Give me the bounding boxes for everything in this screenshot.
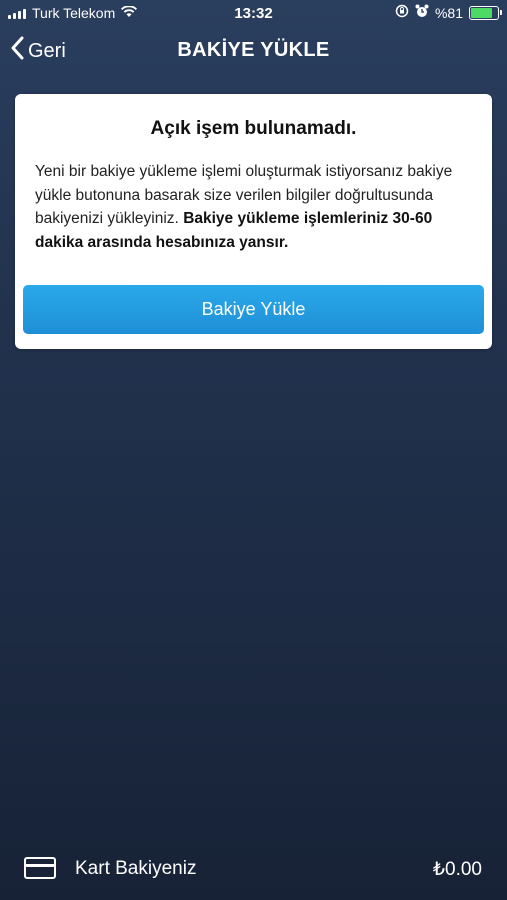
card-title: Açık işem bulunamadı. [150, 118, 357, 139]
alarm-icon [415, 4, 429, 21]
card-balance-label: Kart Bakiyeniz [75, 858, 197, 879]
status-bar: Turk Telekom 13:32 %81 [0, 0, 507, 28]
card-balance-footer: Kart Bakiyeniz ₺0.00 [0, 840, 507, 896]
info-card: Açık işem bulunamadı. Yeni bir bakiye yü… [15, 94, 492, 349]
battery-level-fill [471, 7, 493, 18]
page-title: BAKİYE YÜKLE [177, 39, 330, 61]
load-balance-button[interactable]: Bakiye Yükle [23, 285, 484, 334]
navigation-bar: Geri BAKİYE YÜKLE [0, 28, 507, 74]
card-message: Yeni bir bakiye yükleme işlemi oluşturma… [35, 160, 475, 254]
credit-card-icon [24, 857, 56, 879]
battery-icon [469, 5, 502, 20]
rotation-lock-icon [395, 4, 409, 21]
status-right: %81 [395, 4, 502, 21]
battery-percent: %81 [434, 4, 463, 21]
card-balance-amount: ₺0.00 [432, 859, 482, 880]
